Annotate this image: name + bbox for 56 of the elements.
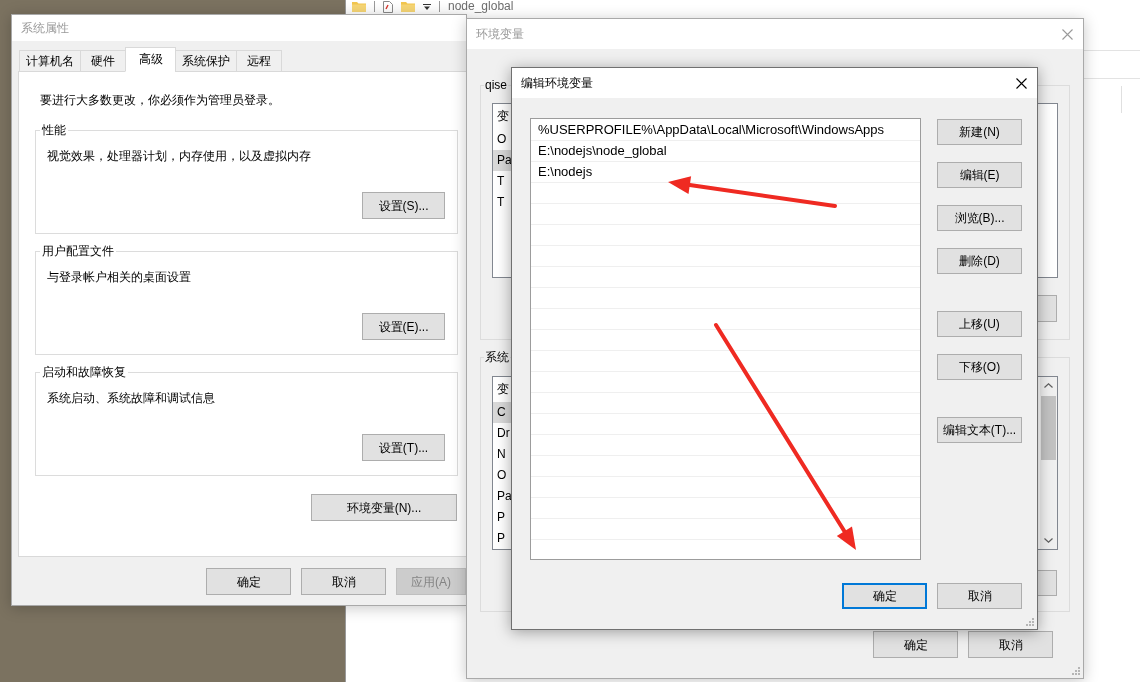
group-description: 与登录帐户相关的桌面设置	[47, 269, 191, 285]
dialog-button[interactable]: 取消	[968, 631, 1053, 658]
column-header[interactable]: 变	[493, 104, 512, 129]
chevron-up-icon[interactable]	[1044, 383, 1053, 388]
tab[interactable]: 远程	[236, 50, 282, 72]
dialog-button[interactable]: 确定	[206, 568, 291, 595]
close-icon[interactable]	[1016, 77, 1027, 89]
tab[interactable]: 系统保护	[175, 50, 237, 72]
settings-button[interactable]: 设置(E)...	[362, 313, 445, 340]
dropdown-icon[interactable]	[423, 3, 431, 10]
variable-row[interactable]: O	[493, 465, 512, 486]
action-button[interactable]: 上移(U)	[937, 311, 1022, 337]
action-button[interactable]: 浏览(B)...	[937, 205, 1022, 231]
action-button[interactable]: 删除(D)	[937, 248, 1022, 274]
resize-grip-icon[interactable]	[1072, 667, 1080, 675]
scrollbar-thumb[interactable]	[1041, 396, 1056, 460]
dialog-button[interactable]: 取消	[301, 568, 386, 595]
dialog-button[interactable]: 确定	[873, 631, 958, 658]
group-description: 系统启动、系统故障和调试信息	[47, 390, 215, 406]
action-button[interactable]: 新建(N)	[937, 119, 1022, 145]
window-title: 系统属性	[21, 20, 69, 36]
action-button[interactable]: 编辑(E)	[937, 162, 1022, 188]
dialog-button[interactable]: 确定	[842, 583, 927, 609]
dialog-button[interactable]: 取消	[937, 583, 1022, 609]
window-title: node_global	[448, 0, 514, 13]
settings-button[interactable]: 设置(S)...	[362, 192, 445, 219]
tab[interactable]: 高级	[125, 47, 176, 72]
variable-row[interactable]: N	[493, 444, 512, 465]
tab[interactable]: 计算机名	[19, 50, 81, 72]
group-title: 启动和故障恢复	[41, 364, 127, 380]
notice-text: 要进行大多数更改，你必须作为管理员登录。	[40, 92, 281, 108]
variable-row[interactable]: T	[493, 171, 512, 192]
environment-variables-button[interactable]: 环境变量(N)...	[311, 494, 457, 521]
scrollbar[interactable]	[1040, 377, 1057, 549]
group-title: 用户配置文件	[41, 243, 115, 259]
chevron-down-icon[interactable]	[1044, 538, 1053, 543]
action-button[interactable]: 下移(O)	[937, 354, 1022, 380]
resize-grip-icon[interactable]	[1026, 618, 1034, 626]
column-header[interactable]: 变	[493, 377, 512, 402]
variable-row[interactable]: O	[493, 129, 512, 150]
variable-row[interactable]: T	[493, 192, 512, 213]
window-title: 环境变量	[476, 26, 524, 42]
variable-row[interactable]: P	[493, 528, 512, 549]
group-title: qise	[484, 77, 508, 93]
variable-row[interactable]: Dr	[493, 423, 512, 444]
variable-row[interactable]: P	[493, 507, 512, 528]
button[interactable]	[1037, 570, 1057, 596]
action-button[interactable]: 编辑文本(T)...	[937, 417, 1022, 443]
group-description: 视觉效果，处理器计划，内存使用，以及虚拟内存	[47, 148, 311, 164]
window-title: 编辑环境变量	[521, 75, 593, 91]
document-icon[interactable]	[383, 0, 393, 13]
variable-row[interactable]: Pa	[493, 486, 512, 507]
settings-button[interactable]: 设置(T)...	[362, 434, 445, 461]
button[interactable]	[1037, 295, 1057, 322]
group-title: 系统	[484, 349, 510, 365]
group-title: 性能	[41, 122, 67, 138]
